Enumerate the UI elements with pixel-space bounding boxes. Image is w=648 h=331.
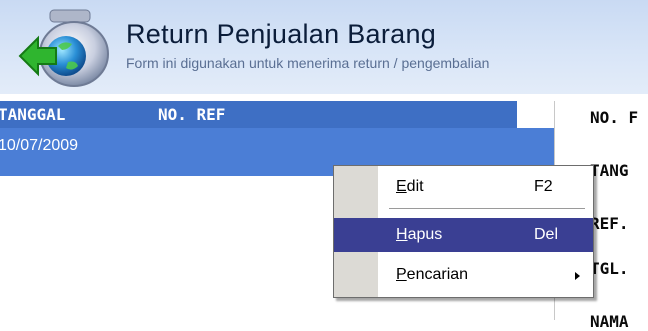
cell-tanggal[interactable]: 10/07/2009 (0, 137, 78, 155)
submenu-arrow-icon (575, 272, 580, 280)
menu-item-pencarian[interactable]: Pencarian (334, 258, 593, 292)
menu-item-label: Hapus (396, 226, 443, 243)
label-tanggal: TANG (590, 161, 629, 180)
menu-item-edit[interactable]: Edit F2 (334, 170, 593, 204)
column-header-tanggal[interactable]: TANGGAL (0, 105, 65, 124)
form-header: Return Penjualan Barang Form ini digunak… (0, 0, 648, 94)
label-no-faktur: NO. F (590, 108, 639, 127)
context-menu: Edit F2 Hapus Del Pencarian (333, 165, 594, 298)
label-nama: NAMA (590, 312, 629, 331)
page-title: Return Penjualan Barang (126, 19, 437, 49)
page-subtitle: Form ini digunakan untuk menerima return… (126, 55, 490, 71)
return-jar-icon (18, 9, 109, 87)
label-ref: REF. (590, 214, 629, 233)
menu-shortcut: Del (534, 226, 559, 243)
menu-item-hapus[interactable]: Hapus Del (334, 218, 593, 252)
menu-shortcut: F2 (534, 178, 553, 195)
menu-item-label: Pencarian (396, 266, 469, 283)
grid-header: TANGGAL NO. REF (0, 101, 517, 128)
label-tgl: TGL. (590, 259, 629, 278)
menu-item-label: Edit (396, 178, 424, 195)
column-header-no-ref[interactable]: NO. REF (158, 105, 225, 124)
menu-separator (389, 208, 585, 210)
